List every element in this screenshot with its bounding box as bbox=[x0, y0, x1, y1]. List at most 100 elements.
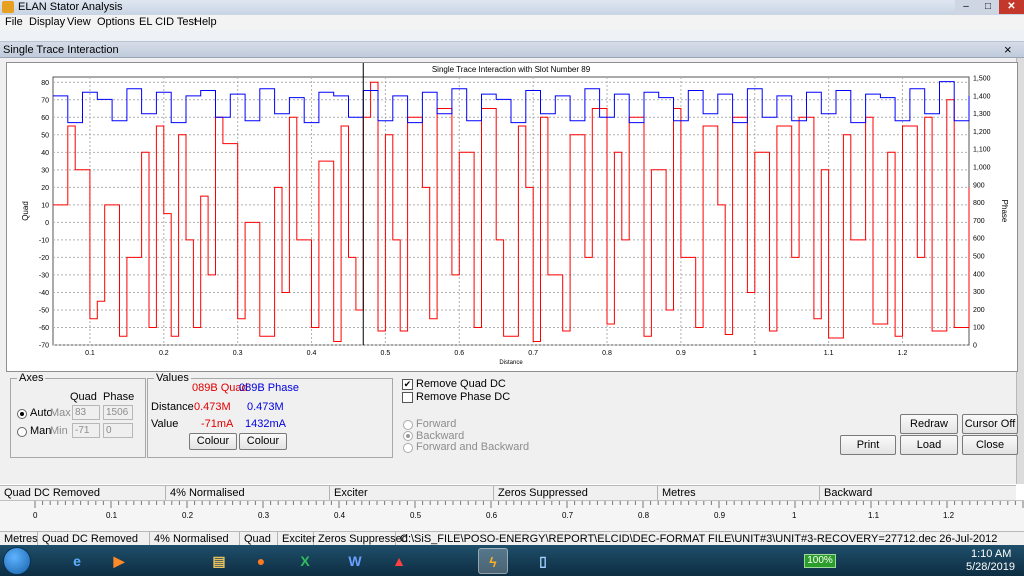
forward-backward-radio[interactable] bbox=[403, 443, 413, 453]
ruler-label: 1.1 bbox=[868, 511, 880, 520]
redraw-button[interactable]: Redraw bbox=[900, 414, 958, 434]
axes-col-quad: Quad bbox=[70, 391, 97, 403]
status-exciter: Exciter bbox=[330, 486, 494, 501]
status-quad-dc: Quad DC Removed bbox=[0, 486, 166, 501]
ruler-label: 0.2 bbox=[182, 511, 194, 520]
min-label: Min bbox=[50, 425, 68, 437]
y-tick-label: -30 bbox=[39, 272, 49, 279]
y-tick-label: 40 bbox=[41, 150, 49, 157]
elan-app-icon[interactable]: ϟ bbox=[478, 548, 508, 574]
x-tick-label: 0.8 bbox=[602, 350, 612, 357]
media-player-icon[interactable]: ▶ bbox=[104, 548, 134, 574]
ruler-label: 1 bbox=[792, 511, 797, 520]
y2-tick-label: 300 bbox=[973, 289, 985, 296]
remove-quad-dc-checkbox[interactable]: ✔ bbox=[402, 379, 413, 390]
menu-file[interactable]: File bbox=[5, 16, 23, 28]
ruler-label: 0.9 bbox=[714, 511, 726, 520]
clock-time[interactable]: 1:10 AM bbox=[971, 548, 1011, 560]
y-tick-label: -70 bbox=[39, 343, 49, 350]
remove-phase-dc-checkbox[interactable] bbox=[402, 392, 413, 403]
word-icon[interactable]: W bbox=[340, 548, 370, 574]
status-metres: Metres bbox=[658, 486, 820, 501]
y-tick-label: 60 bbox=[41, 115, 49, 122]
value-phase: 1432mA bbox=[245, 418, 286, 430]
y-tick-label: -20 bbox=[39, 255, 49, 262]
y2-tick-label: 1,000 bbox=[973, 165, 991, 172]
ruler-label: 0.4 bbox=[334, 511, 346, 520]
start-button[interactable] bbox=[3, 547, 31, 575]
child-close-button[interactable]: × bbox=[1004, 42, 1012, 57]
y-tick-label: 30 bbox=[41, 167, 49, 174]
y2-tick-label: 1,100 bbox=[973, 147, 991, 154]
x-tick-label: 1.2 bbox=[898, 350, 908, 357]
min-quad-field[interactable]: -71 bbox=[72, 423, 100, 438]
man-radio[interactable] bbox=[17, 427, 27, 437]
status-zeros: Zeros Suppressed bbox=[494, 486, 658, 501]
menu-elcid-test[interactable]: EL CID Test bbox=[139, 16, 197, 28]
chart-svg[interactable]: Single Trace Interaction with Slot Numbe… bbox=[7, 63, 1017, 371]
ruler-label: 0.3 bbox=[258, 511, 270, 520]
file-explorer-icon[interactable]: ▤ bbox=[204, 548, 234, 574]
phase-colour-button[interactable]: Colour bbox=[239, 433, 287, 450]
window-title: ELAN Stator Analysis bbox=[18, 1, 123, 13]
distance-phase-value: 0.473M bbox=[247, 401, 284, 413]
ruler-label: 0.7 bbox=[562, 511, 574, 520]
max-phase-field[interactable]: 1506 bbox=[103, 405, 133, 420]
device-icon[interactable]: ▯ bbox=[528, 548, 558, 574]
load-button[interactable]: Load bbox=[900, 435, 958, 455]
remove-quad-dc-label: Remove Quad DC bbox=[416, 378, 506, 390]
print-button[interactable]: Print bbox=[840, 435, 896, 455]
chart-title: Single Trace Interaction with Slot Numbe… bbox=[432, 65, 591, 74]
max-quad-field[interactable]: 83 bbox=[72, 405, 100, 420]
chart-panel: Single Trace Interaction with Slot Numbe… bbox=[6, 62, 1018, 372]
ruler-label: 0 bbox=[33, 511, 38, 520]
y2-tick-label: 600 bbox=[973, 236, 985, 243]
cursor-off-button[interactable]: Cursor Off bbox=[962, 414, 1018, 434]
min-phase-field[interactable]: 0 bbox=[103, 423, 133, 438]
clock-date[interactable]: 5/28/2019 bbox=[966, 561, 1015, 573]
close-window-button[interactable]: ✕ bbox=[999, 0, 1024, 14]
child-window-title: Single Trace Interaction bbox=[3, 44, 119, 56]
y2-tick-label: 0 bbox=[973, 343, 977, 350]
backward-radio[interactable] bbox=[403, 431, 413, 441]
ie-icon[interactable]: e bbox=[62, 548, 92, 574]
x-tick-label: 0.2 bbox=[159, 350, 169, 357]
x-tick-label: 0.4 bbox=[307, 350, 317, 357]
quad-colour-button[interactable]: Colour bbox=[189, 433, 237, 450]
pdf-reader-icon[interactable]: ▲ bbox=[384, 548, 414, 574]
menu-display[interactable]: Display bbox=[29, 16, 65, 28]
ruler-ticks bbox=[34, 501, 1024, 508]
y-tick-label: 50 bbox=[41, 132, 49, 139]
excel-icon[interactable]: X bbox=[290, 548, 320, 574]
taskbar: e ▶ ▤ ● X W ▲ ϟ ▯ 100% 1:10 AM 5/28/2019 bbox=[0, 545, 1024, 576]
menu-help[interactable]: Help bbox=[194, 16, 217, 28]
menu-bar: File Display View Options EL CID Test He… bbox=[0, 15, 1024, 30]
close-button[interactable]: Close bbox=[962, 435, 1018, 455]
x-tick-label: 0.3 bbox=[233, 350, 243, 357]
y-tick-label: -40 bbox=[39, 290, 49, 297]
title-bar: ELAN Stator Analysis ‒ □ ✕ bbox=[0, 0, 1024, 15]
ruler-label: 1.2 bbox=[943, 511, 955, 520]
axes-group: Axes Quad Phase Auto Max 83 1506 Man Min… bbox=[10, 372, 146, 458]
values-col-phase: 089B Phase bbox=[239, 382, 299, 394]
x-tick-label: 0.5 bbox=[381, 350, 391, 357]
forward-radio[interactable] bbox=[403, 420, 413, 430]
battery-indicator[interactable]: 100% bbox=[804, 554, 836, 568]
menu-view[interactable]: View bbox=[67, 16, 91, 28]
x-tick-label: 1 bbox=[753, 350, 757, 357]
forward-label: Forward bbox=[416, 418, 457, 430]
firefox-icon[interactable]: ● bbox=[246, 548, 276, 574]
ruler-label: 0.5 bbox=[410, 511, 422, 520]
y-tick-label: -10 bbox=[39, 237, 49, 244]
distance-label: Distance bbox=[151, 401, 194, 413]
maximize-button[interactable]: □ bbox=[977, 0, 999, 14]
y-axis-label: Quad bbox=[21, 201, 30, 221]
auto-radio[interactable] bbox=[17, 409, 27, 419]
y-tick-label: 70 bbox=[41, 97, 49, 104]
man-radio-label: Man bbox=[30, 425, 52, 437]
minimize-button[interactable]: ‒ bbox=[955, 0, 977, 14]
main-status-bar: Metres Quad DC Removed 4% Normalised Qua… bbox=[0, 531, 1024, 547]
menu-options[interactable]: Options bbox=[97, 16, 135, 28]
value-label: Value bbox=[151, 418, 179, 430]
x-tick-label: 0.6 bbox=[454, 350, 464, 357]
